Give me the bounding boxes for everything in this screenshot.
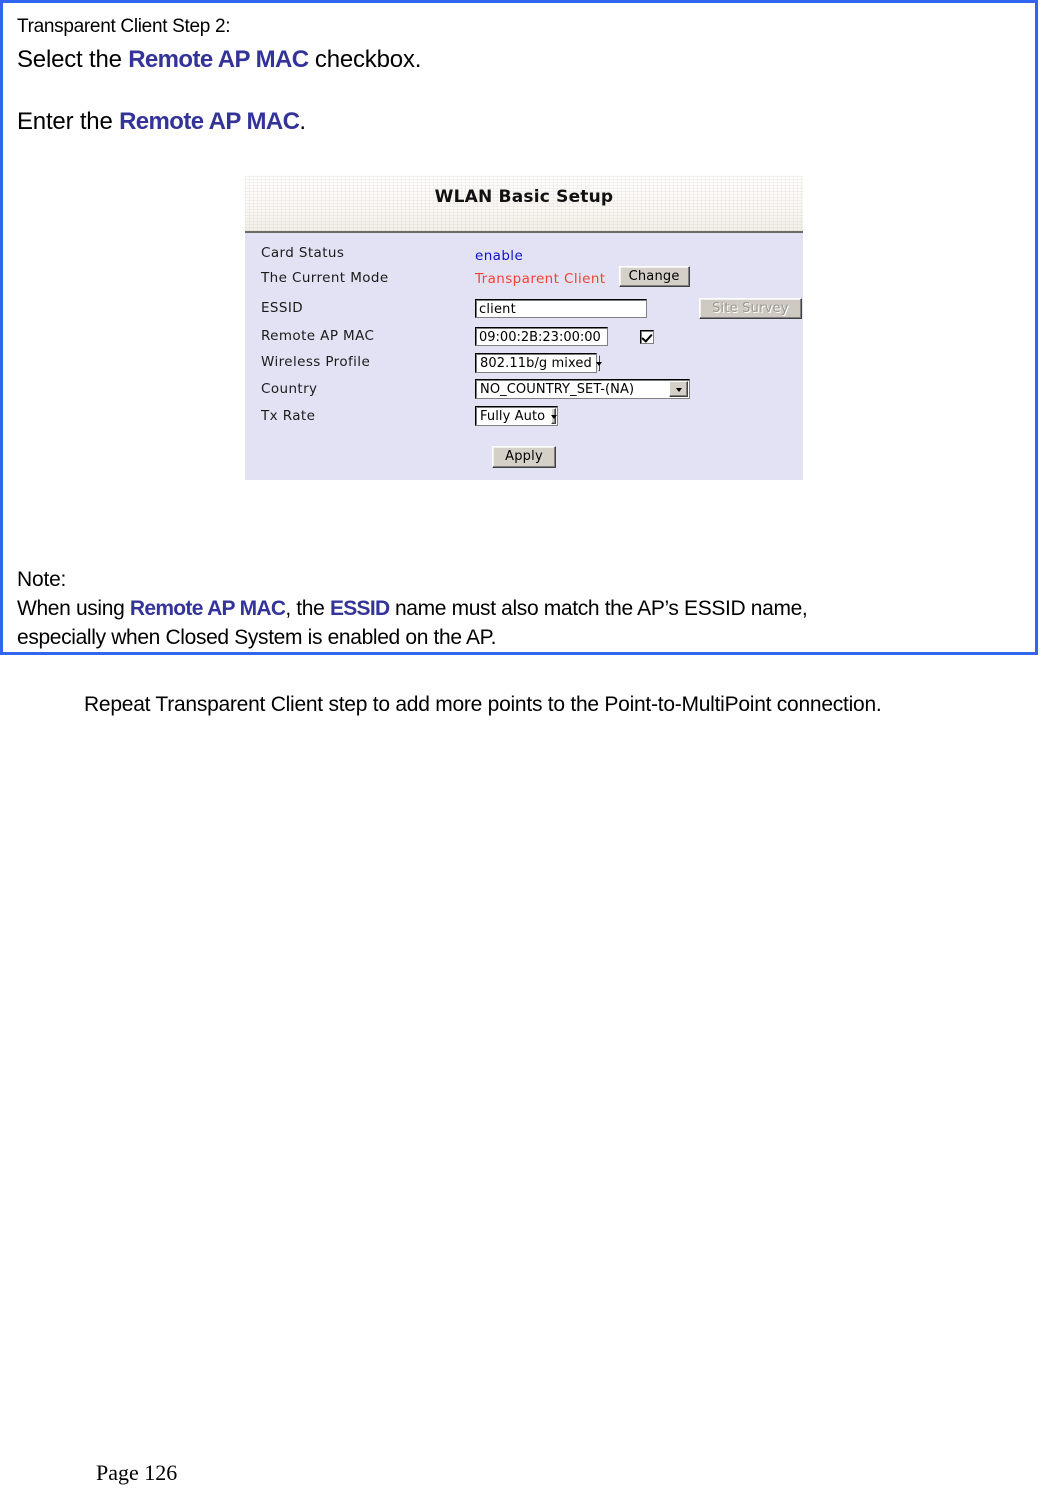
select-instruction-keyword: Remote AP MAC bbox=[128, 46, 309, 73]
change-mode-button[interactable]: Change bbox=[618, 266, 690, 287]
country-value: NO_COUNTRY_SET-(NA) bbox=[480, 382, 635, 397]
chevron-down-icon[interactable] bbox=[669, 381, 688, 397]
apply-button[interactable]: Apply bbox=[492, 446, 556, 468]
field-row-country: Country NO_COUNTRY_SET-(NA) bbox=[245, 378, 803, 400]
wireless-profile-select[interactable]: 802.11b/g mixed bbox=[475, 353, 602, 373]
page-number: Page 126 bbox=[96, 1460, 178, 1485]
note-line-2: especially when Closed System is enabled… bbox=[17, 626, 497, 649]
site-survey-button[interactable]: Site Survey bbox=[699, 298, 802, 319]
label-tx-rate: Tx Rate bbox=[261, 408, 316, 424]
select-instruction-suffix: checkbox. bbox=[308, 46, 422, 73]
note-keyword-remote-ap-mac: Remote AP MAC bbox=[129, 597, 286, 620]
enter-instruction-prefix: Enter the bbox=[17, 108, 120, 135]
country-select[interactable]: NO_COUNTRY_SET-(NA) bbox=[475, 379, 690, 399]
wireless-profile-value: 802.11b/g mixed bbox=[480, 356, 592, 371]
chevron-down-icon[interactable] bbox=[550, 408, 557, 424]
step-title: Transparent Client Step 2: bbox=[17, 16, 231, 37]
apply-button-container: Apply bbox=[245, 445, 803, 468]
note-line1-part1: When using bbox=[17, 597, 130, 620]
field-row-current-mode: The Current Mode Transparent Client Chan… bbox=[245, 266, 803, 292]
note-keyword-essid: ESSID bbox=[329, 597, 390, 620]
select-instruction: Select the Remote AP MAC checkbox. bbox=[17, 43, 1017, 77]
label-wireless-profile: Wireless Profile bbox=[261, 354, 371, 370]
wlan-panel-header: WLAN Basic Setup bbox=[245, 175, 803, 233]
enter-instruction-keyword: Remote AP MAC bbox=[119, 108, 300, 135]
instruction-note-box: Transparent Client Step 2: Select the Re… bbox=[0, 0, 1038, 655]
label-essid: ESSID bbox=[261, 300, 304, 316]
field-row-remote-ap-mac: Remote AP MAC 09:00:2B:23:00:00 bbox=[245, 326, 803, 348]
label-card-status: Card Status bbox=[261, 245, 345, 261]
remote-ap-mac-input[interactable]: 09:00:2B:23:00:00 bbox=[475, 327, 608, 346]
tx-rate-select[interactable]: Fully Auto bbox=[475, 406, 558, 426]
label-remote-ap-mac: Remote AP MAC bbox=[261, 328, 375, 344]
note-section: Note: When using Remote AP MAC, the ESSI… bbox=[17, 565, 1027, 652]
field-row-wireless-profile: Wireless Profile 802.11b/g mixed bbox=[245, 352, 803, 374]
note-line1-part3: name must also match the AP’s ESSID name… bbox=[389, 597, 808, 620]
instruction-intro: Transparent Client Step 2: Select the Re… bbox=[17, 13, 1017, 139]
chevron-down-icon[interactable] bbox=[595, 355, 602, 371]
field-row-card-status: Card Status enable bbox=[245, 245, 803, 267]
wlan-panel-title: WLAN Basic Setup bbox=[434, 187, 614, 207]
label-current-mode: The Current Mode bbox=[261, 270, 389, 286]
note-title: Note: bbox=[17, 568, 67, 591]
enter-instruction: Enter the Remote AP MAC. bbox=[17, 105, 1017, 139]
wlan-basic-setup-panel: WLAN Basic Setup Card Status enable The … bbox=[245, 175, 803, 480]
repeat-instruction: Repeat Transparent Client step to add mo… bbox=[84, 693, 882, 716]
select-instruction-prefix: Select the bbox=[17, 46, 129, 73]
remote-ap-mac-checkbox[interactable] bbox=[640, 329, 655, 344]
wlan-panel-body: Card Status enable The Current Mode Tran… bbox=[245, 233, 803, 480]
label-country: Country bbox=[261, 381, 318, 397]
value-card-status: enable bbox=[475, 248, 524, 264]
enter-instruction-suffix: . bbox=[299, 108, 306, 135]
note-line-1: When using Remote AP MAC, the ESSID name… bbox=[17, 594, 1027, 623]
note-line1-part2: , the bbox=[285, 597, 330, 620]
essid-input[interactable]: client bbox=[475, 299, 647, 318]
field-row-tx-rate: Tx Rate Fully Auto bbox=[245, 405, 803, 427]
tx-rate-value: Fully Auto bbox=[480, 409, 546, 424]
value-current-mode: Transparent Client bbox=[475, 271, 606, 287]
field-row-essid: ESSID client Site Survey bbox=[245, 298, 803, 320]
